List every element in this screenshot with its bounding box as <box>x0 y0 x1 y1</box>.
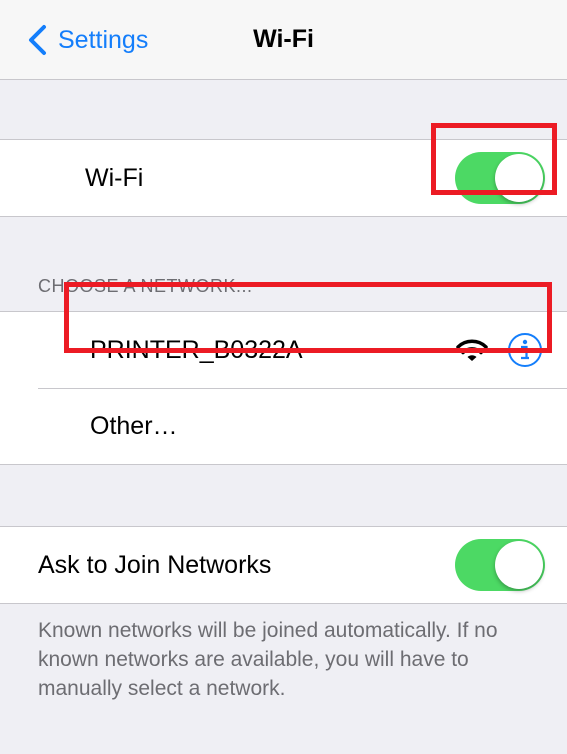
ask-join-row: Ask to Join Networks <box>0 527 567 603</box>
wifi-toggle-group: Wi-Fi <box>0 139 567 217</box>
network-row-printer[interactable]: PRINTER_B0322A <box>0 312 567 388</box>
page-title: Wi-Fi <box>253 25 314 53</box>
navigation-bar: Settings Wi-Fi <box>0 0 567 80</box>
wifi-settings-screen: Settings Wi-Fi Wi-Fi CHOOSE A NETWORK...… <box>0 0 567 754</box>
info-icon[interactable] <box>507 332 543 368</box>
choose-network-header: CHOOSE A NETWORK... <box>38 276 253 296</box>
toggle-knob <box>495 541 543 589</box>
network-list: PRINTER_B0322A Other… <box>0 311 567 465</box>
ask-join-group: Ask to Join Networks <box>0 526 567 604</box>
ask-join-toggle[interactable] <box>455 539 545 591</box>
wifi-label: Wi-Fi <box>85 163 144 192</box>
other-network-label: Other… <box>90 411 178 440</box>
network-name: PRINTER_B0322A <box>90 335 303 364</box>
network-row-other[interactable]: Other… <box>0 388 567 464</box>
ask-join-footer: Known networks will be joined automatica… <box>38 619 498 700</box>
wifi-toggle[interactable] <box>455 152 545 204</box>
wifi-row: Wi-Fi <box>0 140 567 216</box>
toggle-knob <box>495 154 543 202</box>
ask-join-label: Ask to Join Networks <box>38 550 272 579</box>
wifi-signal-icon <box>456 339 488 361</box>
